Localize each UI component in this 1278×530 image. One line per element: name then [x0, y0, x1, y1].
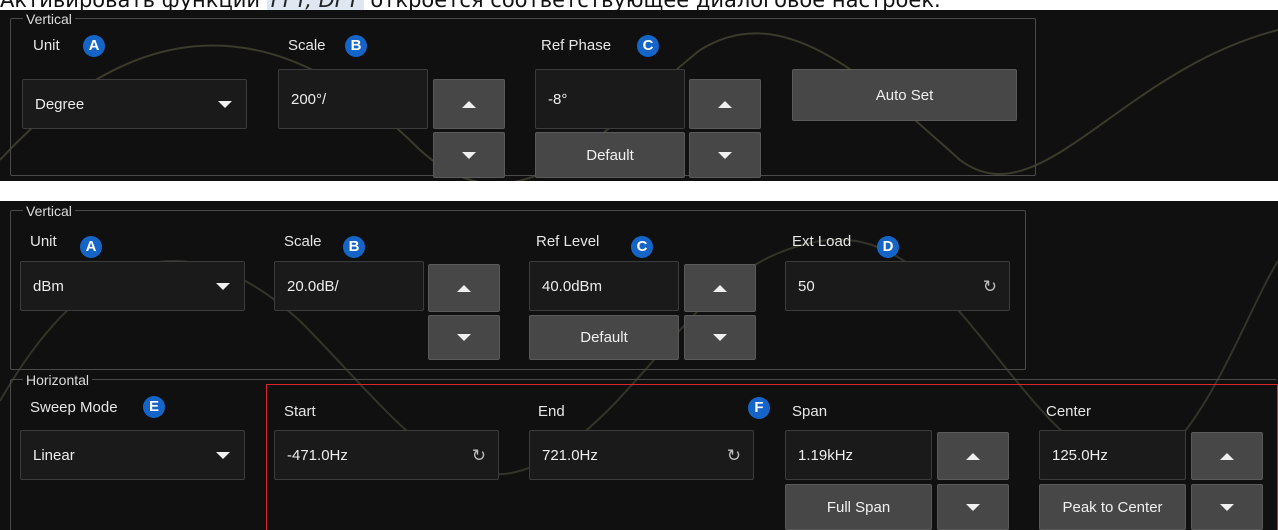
auto-set-button[interactable]: Auto Set [792, 69, 1017, 121]
scale-down-button[interactable] [433, 132, 505, 178]
span-up-button[interactable] [937, 432, 1009, 480]
arrow-up-icon [718, 100, 732, 108]
start-input[interactable]: -471.0Hz ↻ [274, 430, 499, 480]
scale-label: Scale [284, 233, 322, 250]
ext-load-input[interactable]: 50 ↻ [785, 261, 1010, 311]
caption-highlight: FFT, DFT [266, 0, 364, 10]
center-input[interactable]: 125.0Hz [1039, 430, 1186, 480]
arrow-down-icon [966, 503, 980, 511]
badge-f: F [748, 397, 770, 419]
refresh-icon[interactable]: ↻ [983, 278, 997, 295]
refresh-icon[interactable]: ↻ [472, 447, 486, 464]
badge-e: E [143, 396, 165, 418]
ref-level-up-button[interactable] [684, 264, 756, 312]
scale-value: 20.0dB/ [287, 277, 339, 295]
ref-phase-down-button[interactable] [689, 132, 761, 178]
unit-value: dBm [33, 277, 64, 295]
scale-input[interactable]: 20.0dB/ [274, 261, 424, 311]
span-label: Span [792, 403, 828, 420]
unit-value: Degree [35, 95, 85, 113]
end-input[interactable]: 721.0Hz ↻ [529, 430, 754, 480]
scale-input[interactable]: 200°/ [278, 69, 428, 129]
full-span-button[interactable]: Full Span [785, 484, 932, 530]
scale-up-button[interactable] [433, 79, 505, 129]
center-value: 125.0Hz [1052, 446, 1108, 464]
arrow-down-icon [718, 151, 732, 159]
sweep-mode-label: Sweep Mode [30, 399, 118, 416]
ext-load-label: Ext Load [792, 233, 852, 250]
span-value: 1.19kHz [798, 446, 854, 464]
ref-phase-value: -8° [548, 90, 568, 108]
center-down-button[interactable] [1191, 484, 1263, 530]
badge-c: C [631, 236, 653, 258]
start-value: -471.0Hz [287, 446, 348, 464]
vertical-group-title: Vertical [23, 203, 75, 219]
span-down-button[interactable] [937, 484, 1009, 530]
badge-a: A [80, 236, 102, 258]
ref-level-default-button[interactable]: Default [529, 315, 679, 360]
scale-label: Scale [288, 37, 326, 54]
unit-dropdown[interactable]: Degree [22, 79, 247, 129]
vertical-group-title: Vertical [23, 11, 75, 27]
end-label: End [538, 403, 565, 420]
arrow-up-icon [462, 100, 476, 108]
scale-up-button[interactable] [428, 264, 500, 312]
badge-b: B [343, 236, 365, 258]
horizontal-group-title: Horizontal [23, 372, 93, 388]
dropdown-arrow-icon [218, 100, 232, 108]
arrow-down-icon [457, 334, 471, 341]
badge-a: A [83, 35, 105, 57]
caption-prefix: Активировать функции [0, 0, 267, 10]
scale-value: 200°/ [291, 90, 327, 108]
badge-b: B [345, 35, 367, 57]
ref-phase-input[interactable]: -8° [535, 69, 685, 129]
center-label: Center [1046, 403, 1092, 420]
unit-label: Unit [33, 37, 60, 54]
dropdown-arrow-icon [216, 282, 230, 290]
arrow-up-icon [713, 284, 727, 292]
peak-to-center-button[interactable]: Peak to Center [1039, 484, 1186, 530]
arrow-up-icon [1220, 452, 1234, 460]
start-label: Start [284, 403, 316, 420]
dropdown-arrow-icon [216, 451, 230, 459]
arrow-up-icon [966, 452, 980, 460]
badge-d: D [877, 236, 899, 258]
span-input[interactable]: 1.19kHz [785, 430, 932, 480]
caption-suffix: откроется соответствующее диалоговое нас… [364, 0, 940, 10]
unit-label: Unit [30, 233, 57, 250]
ref-level-down-button[interactable] [684, 315, 756, 360]
arrow-up-icon [457, 284, 471, 292]
ref-level-input[interactable]: 40.0dBm [529, 261, 679, 311]
unit-dropdown[interactable]: dBm [20, 261, 245, 311]
end-value: 721.0Hz [542, 446, 598, 464]
ref-level-label: Ref Level [536, 233, 600, 250]
refresh-icon[interactable]: ↻ [727, 447, 741, 464]
center-up-button[interactable] [1191, 432, 1263, 480]
ext-load-value: 50 [798, 277, 815, 295]
spectrum-settings-panel: Vertical Unit A dBm Scale B 20.0dB/ Ref … [0, 201, 1278, 530]
ref-phase-label: Ref Phase [541, 37, 612, 54]
arrow-down-icon [1220, 503, 1234, 511]
caption-text: Активировать функции FFT, DFT откроется … [0, 0, 1278, 10]
badge-c: C [637, 35, 659, 57]
sweep-mode-value: Linear [33, 446, 75, 464]
ref-phase-default-button[interactable]: Default [535, 132, 685, 178]
sweep-mode-dropdown[interactable]: Linear [20, 430, 245, 480]
arrow-down-icon [713, 334, 727, 341]
phase-settings-panel: Vertical Unit A Degree Scale B 200°/ Ref… [0, 10, 1278, 181]
ref-phase-up-button[interactable] [689, 79, 761, 129]
scale-down-button[interactable] [428, 315, 500, 360]
ref-level-value: 40.0dBm [542, 277, 603, 295]
arrow-down-icon [462, 151, 476, 159]
